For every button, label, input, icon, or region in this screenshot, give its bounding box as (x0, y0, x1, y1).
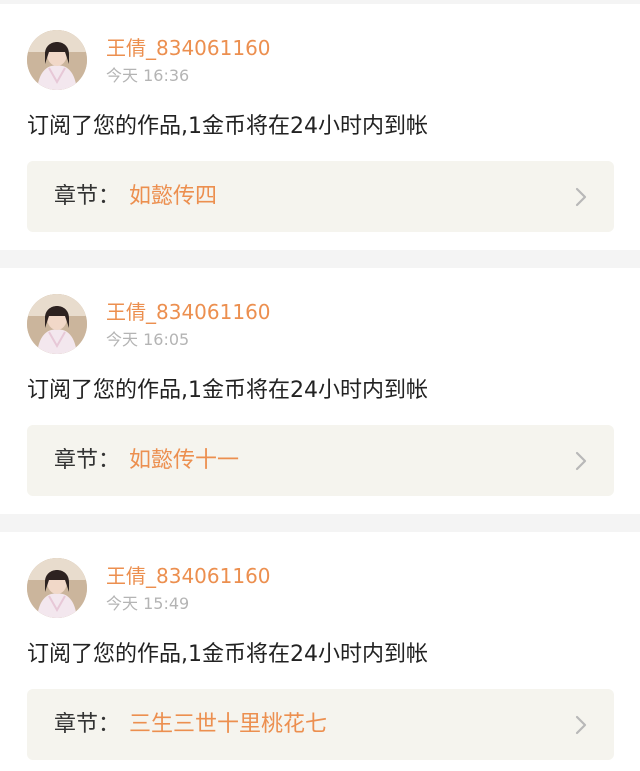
chevron-right-icon (575, 187, 587, 207)
notification-message: 订阅了您的作品,1金币将在24小时内到帐 (27, 114, 428, 139)
chevron-right-icon (575, 451, 587, 471)
notification-card: 王倩_834061160 今天 15:49 订阅了您的作品,1金币将在24小时内… (0, 532, 640, 771)
chapter-prefix: 章节： (54, 712, 121, 737)
timestamp: 今天 16:05 (106, 330, 190, 349)
notification-card: 王倩_834061160 今天 16:36 订阅了您的作品,1金币将在24小时内… (0, 4, 640, 250)
user-avatar[interactable] (27, 294, 87, 354)
notification-card: 王倩_834061160 今天 16:05 订阅了您的作品,1金币将在24小时内… (0, 268, 640, 514)
user-avatar[interactable] (27, 30, 87, 90)
chapter-prefix: 章节： (54, 448, 121, 473)
chapter-title: 三生三世十里桃花七 (129, 712, 328, 737)
timestamp: 今天 15:49 (106, 594, 190, 613)
chapter-link[interactable]: 章节： 如懿传四 (27, 161, 614, 232)
chapter-link[interactable]: 章节： 如懿传十一 (27, 425, 614, 496)
notification-message: 订阅了您的作品,1金币将在24小时内到帐 (27, 378, 428, 403)
notification-message: 订阅了您的作品,1金币将在24小时内到帐 (27, 642, 428, 667)
chapter-link[interactable]: 章节： 三生三世十里桃花七 (27, 689, 614, 760)
user-avatar[interactable] (27, 558, 87, 618)
chapter-title: 如懿传四 (129, 184, 218, 209)
chevron-right-icon (575, 715, 587, 735)
timestamp: 今天 16:36 (106, 66, 190, 85)
chapter-title: 如懿传十一 (129, 448, 240, 473)
user-name[interactable]: 王倩_834061160 (106, 564, 271, 588)
user-name[interactable]: 王倩_834061160 (106, 300, 271, 324)
chapter-prefix: 章节： (54, 184, 121, 209)
notification-feed: 王倩_834061160 今天 16:36 订阅了您的作品,1金币将在24小时内… (0, 0, 640, 771)
user-name[interactable]: 王倩_834061160 (106, 36, 271, 60)
